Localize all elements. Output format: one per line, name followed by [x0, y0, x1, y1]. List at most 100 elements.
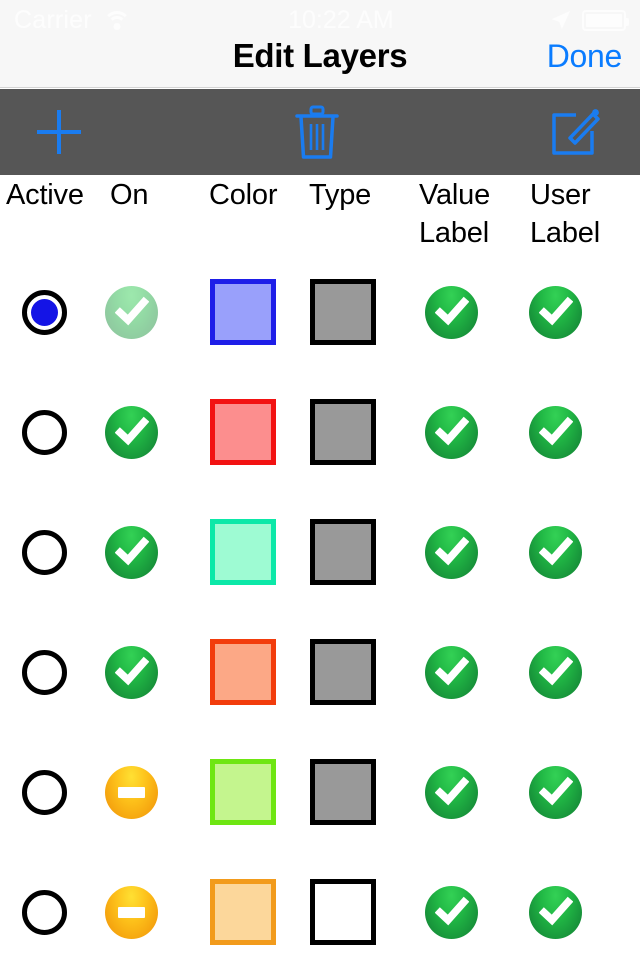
cell-color — [210, 492, 276, 612]
checkmark-icon — [538, 775, 573, 809]
cell-color — [210, 852, 276, 960]
cell-on — [105, 492, 158, 612]
checkmark-icon — [114, 415, 149, 449]
cell-type — [310, 732, 376, 852]
status-bar: Carrier 10:22 AM — [0, 0, 640, 40]
status-bar-right — [550, 9, 629, 31]
on-toggle-badge[interactable] — [105, 285, 158, 339]
cell-user-label — [529, 612, 582, 732]
checkmark-icon — [434, 775, 469, 809]
wifi-icon — [102, 9, 132, 31]
column-header-on: On — [110, 179, 149, 211]
on-toggle-badge[interactable] — [105, 525, 158, 579]
cell-user-label — [529, 852, 582, 960]
user-label-badge[interactable] — [529, 765, 582, 819]
edit-layer-button[interactable] — [544, 101, 606, 163]
user-label-badge[interactable] — [529, 885, 582, 939]
color-swatch[interactable] — [210, 759, 276, 825]
color-swatch[interactable] — [210, 399, 276, 465]
type-swatch[interactable] — [310, 639, 376, 705]
checkmark-icon — [114, 295, 149, 329]
color-swatch[interactable] — [210, 879, 276, 945]
type-swatch[interactable] — [310, 279, 376, 345]
column-header-type: Type — [309, 179, 372, 211]
cell-on — [105, 372, 158, 492]
trash-icon — [291, 105, 343, 164]
minus-icon — [118, 906, 145, 918]
checkmark-icon — [114, 655, 149, 689]
carrier-label: Carrier — [14, 5, 92, 34]
type-swatch[interactable] — [310, 519, 376, 585]
layer-toolbar — [0, 89, 640, 175]
page-title: Edit Layers — [232, 37, 408, 74]
value-label-badge[interactable] — [425, 285, 478, 339]
active-radio-button[interactable] — [22, 769, 67, 815]
checkmark-icon — [434, 535, 469, 569]
column-header-color: Color — [209, 179, 278, 211]
add-layer-button[interactable] — [28, 101, 90, 163]
checkmark-icon — [114, 535, 149, 569]
active-radio-button[interactable] — [22, 529, 67, 575]
cell-color — [210, 732, 276, 852]
user-label-badge[interactable] — [529, 405, 582, 459]
table-row — [0, 852, 640, 960]
cell-color — [210, 252, 276, 372]
on-toggle-badge[interactable] — [105, 645, 158, 699]
cell-active — [22, 732, 67, 852]
value-label-badge[interactable] — [425, 885, 478, 939]
color-swatch[interactable] — [210, 279, 276, 345]
color-swatch[interactable] — [210, 519, 276, 585]
plus-icon — [32, 110, 86, 162]
cell-user-label — [529, 252, 582, 372]
app-screen: Edit Layers Done Carrier 10:22 AM Active… — [0, 0, 640, 960]
cell-user-label — [529, 492, 582, 612]
minus-icon — [118, 786, 145, 798]
checkmark-icon — [538, 655, 573, 689]
delete-layer-button[interactable] — [287, 99, 347, 165]
checkmark-icon — [434, 895, 469, 929]
compose-icon — [548, 109, 602, 162]
cell-user-label — [529, 372, 582, 492]
checkmark-icon — [434, 415, 469, 449]
done-button[interactable]: Done — [547, 38, 623, 75]
cell-color — [210, 372, 276, 492]
active-radio-button[interactable] — [22, 289, 67, 335]
value-label-badge[interactable] — [425, 405, 478, 459]
layer-list — [0, 252, 640, 960]
cell-value-label — [425, 252, 478, 372]
type-swatch[interactable] — [310, 879, 376, 945]
color-swatch[interactable] — [210, 639, 276, 705]
checkmark-icon — [538, 895, 573, 929]
value-label-badge[interactable] — [425, 645, 478, 699]
on-toggle-badge[interactable] — [105, 765, 158, 819]
cell-value-label — [425, 492, 478, 612]
cell-type — [310, 372, 376, 492]
on-toggle-badge[interactable] — [105, 885, 158, 939]
on-toggle-badge[interactable] — [105, 405, 158, 459]
cell-on — [105, 732, 158, 852]
value-label-badge[interactable] — [425, 525, 478, 579]
type-swatch[interactable] — [310, 759, 376, 825]
cell-active — [22, 372, 67, 492]
cell-type — [310, 612, 376, 732]
cell-type — [310, 252, 376, 372]
user-label-badge[interactable] — [529, 285, 582, 339]
active-radio-button[interactable] — [22, 409, 67, 455]
cell-color — [210, 612, 276, 732]
active-radio-button[interactable] — [22, 649, 67, 695]
active-radio-button[interactable] — [22, 889, 67, 935]
type-swatch[interactable] — [310, 399, 376, 465]
status-bar-center: 10:22 AM — [132, 7, 550, 33]
cell-value-label — [425, 372, 478, 492]
cell-user-label — [529, 732, 582, 852]
user-label-badge[interactable] — [529, 525, 582, 579]
table-row — [0, 252, 640, 372]
table-row — [0, 492, 640, 612]
cell-on — [105, 612, 158, 732]
cell-active — [22, 252, 67, 372]
location-arrow-icon — [550, 9, 572, 31]
user-label-badge[interactable] — [529, 645, 582, 699]
checkmark-icon — [434, 295, 469, 329]
checkmark-icon — [434, 655, 469, 689]
value-label-badge[interactable] — [425, 765, 478, 819]
